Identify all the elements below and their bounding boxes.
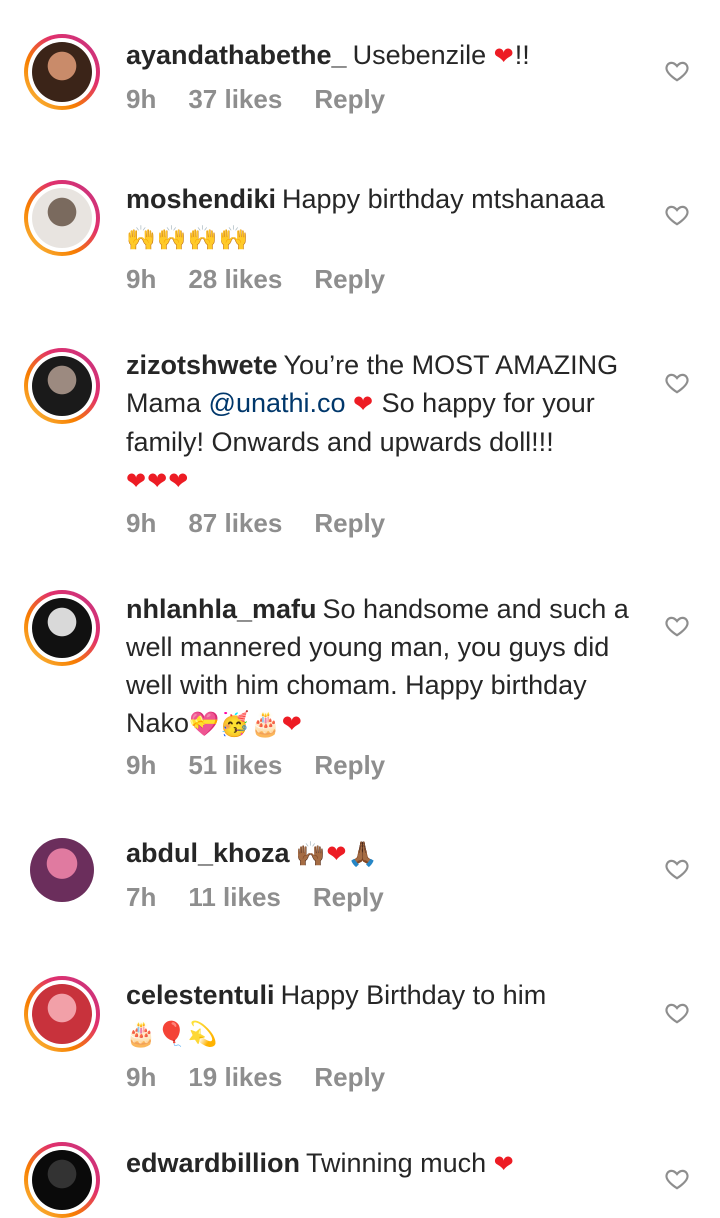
comment-body: Usebenzile xyxy=(352,40,494,70)
profile-picture xyxy=(32,598,92,658)
heart-outline-icon[interactable] xyxy=(664,856,690,882)
comment-text: zizotshwete You’re the MOST AMAZING Mama … xyxy=(126,346,646,500)
red-heart-emoji: ❤ xyxy=(493,42,515,70)
comment-body xyxy=(346,388,354,418)
profile-picture xyxy=(30,838,94,902)
emoji: 🙌🙌🙌🙌 xyxy=(126,224,250,252)
red-heart-emoji: ❤ xyxy=(353,390,375,418)
comment-time: 7h xyxy=(126,882,157,912)
avatar[interactable] xyxy=(24,348,100,424)
emoji: 🙌🏾 xyxy=(295,840,327,868)
red-heart-emoji: ❤❤❤ xyxy=(126,467,190,495)
comment-meta: 9h 37 likes Reply xyxy=(126,84,385,115)
profile-picture xyxy=(32,42,92,102)
reply-button[interactable]: Reply xyxy=(314,1062,385,1093)
profile-picture xyxy=(32,1150,92,1210)
username[interactable]: ayandathabethe_ xyxy=(126,40,347,70)
heart-outline-icon[interactable] xyxy=(664,1166,690,1192)
like-count[interactable]: 37 likes xyxy=(188,84,282,115)
red-heart-emoji: ❤ xyxy=(326,840,348,868)
emoji: 💝🥳🎂 xyxy=(189,710,282,738)
comment-time: 9h xyxy=(126,1062,157,1092)
heart-outline-icon[interactable] xyxy=(664,370,690,396)
username[interactable]: moshendiki xyxy=(126,184,276,214)
username[interactable]: celestentuli xyxy=(126,980,275,1010)
heart-outline-icon[interactable] xyxy=(664,58,690,84)
comment-text: celestentuli Happy Birthday to him 🎂🎈💫 xyxy=(126,976,646,1053)
comment-time: 9h xyxy=(126,750,157,780)
like-count[interactable]: 19 likes xyxy=(188,1062,282,1093)
mention-link[interactable]: @unathi.co xyxy=(209,388,346,418)
profile-picture xyxy=(32,188,92,248)
comment-text: edwardbillion Twinning much ❤ xyxy=(126,1144,646,1183)
comment-meta: 9h 51 likes Reply xyxy=(126,750,385,781)
comment-text: nhlanhla_mafu So handsome and such a well… xyxy=(126,590,646,743)
comment-body: !! xyxy=(514,40,530,70)
like-count[interactable]: 11 likes xyxy=(188,882,281,913)
emoji: 🎂🎈💫 xyxy=(126,1020,219,1048)
like-count[interactable]: 28 likes xyxy=(188,264,282,295)
comment-body: Happy Birthday to him xyxy=(280,980,547,1010)
username[interactable]: abdul_khoza xyxy=(126,838,290,868)
avatar[interactable] xyxy=(24,976,100,1052)
comment-text: abdul_khoza 🙌🏾❤🙏🏾 xyxy=(126,834,646,873)
red-heart-emoji: ❤ xyxy=(281,710,303,738)
heart-outline-icon[interactable] xyxy=(664,202,690,228)
comment-time: 9h xyxy=(126,508,157,538)
avatar[interactable] xyxy=(24,34,100,110)
heart-outline-icon[interactable] xyxy=(664,1000,690,1026)
comment-meta: 9h 19 likes Reply xyxy=(126,1062,385,1093)
comment-time: 9h xyxy=(126,84,157,114)
username[interactable]: edwardbillion xyxy=(126,1148,300,1178)
comment-meta: 7h 11 likes Reply xyxy=(126,882,384,913)
profile-picture xyxy=(32,984,92,1044)
comment-time: 9h xyxy=(126,264,157,294)
comment-text: ayandathabethe_ Usebenzile ❤!! xyxy=(126,36,646,75)
comment-body: Twinning much xyxy=(306,1148,494,1178)
comment-meta: 9h 87 likes Reply xyxy=(126,508,385,539)
avatar[interactable] xyxy=(24,832,100,908)
reply-button[interactable]: Reply xyxy=(314,750,385,781)
profile-picture xyxy=(32,356,92,416)
red-heart-emoji: ❤ xyxy=(493,1150,515,1178)
emoji: 🙏🏾 xyxy=(347,840,379,868)
reply-button[interactable]: Reply xyxy=(314,264,385,295)
avatar[interactable] xyxy=(24,180,100,256)
username[interactable]: zizotshwete xyxy=(126,350,278,380)
reply-button[interactable]: Reply xyxy=(313,882,384,913)
comment-meta: 9h 28 likes Reply xyxy=(126,264,385,295)
username[interactable]: nhlanhla_mafu xyxy=(126,594,317,624)
avatar[interactable] xyxy=(24,590,100,666)
comment-body: Happy birthday mtshanaaa xyxy=(282,184,605,214)
heart-outline-icon[interactable] xyxy=(664,613,690,639)
comment-text: moshendiki Happy birthday mtshanaaa 🙌🙌🙌🙌 xyxy=(126,180,646,257)
reply-button[interactable]: Reply xyxy=(314,84,385,115)
like-count[interactable]: 51 likes xyxy=(188,750,282,781)
avatar[interactable] xyxy=(24,1142,100,1218)
like-count[interactable]: 87 likes xyxy=(188,508,282,539)
reply-button[interactable]: Reply xyxy=(314,508,385,539)
